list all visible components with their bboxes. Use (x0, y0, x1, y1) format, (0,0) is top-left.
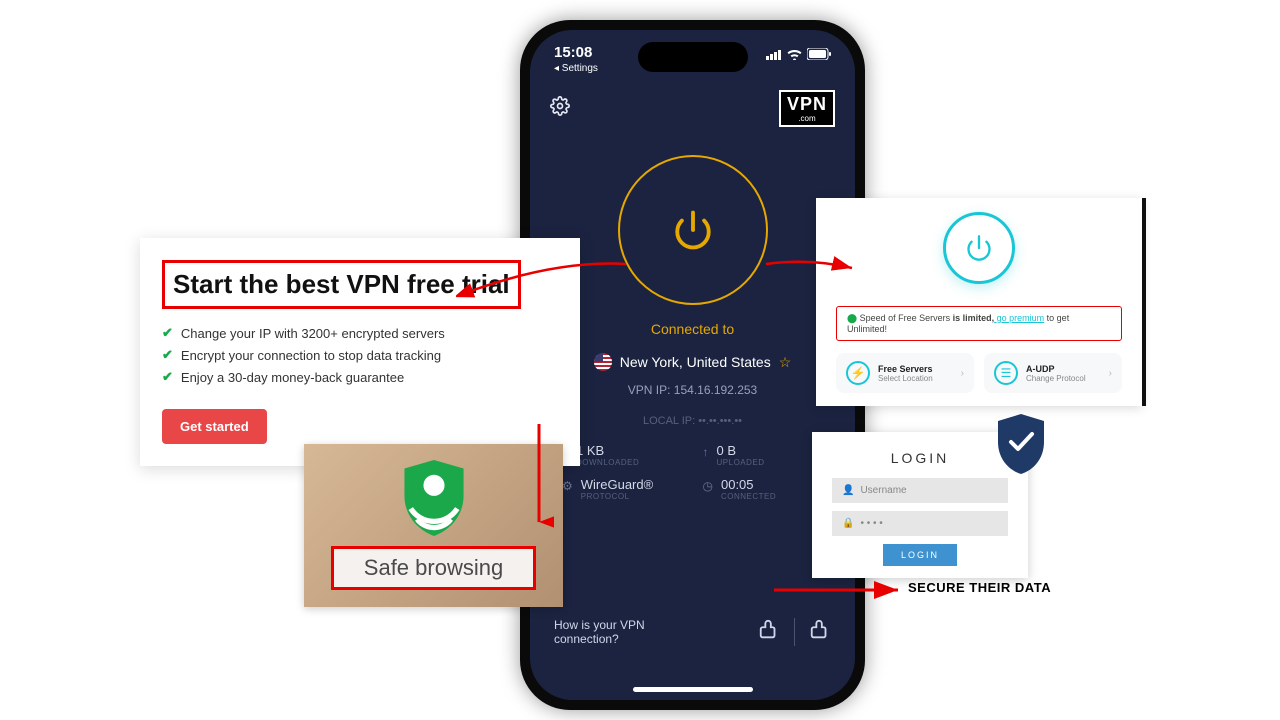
shield-check-icon (996, 414, 1046, 474)
wifi-icon (787, 49, 802, 60)
download-label: DOWNLOADED (576, 458, 639, 467)
speed-bold: is limited, (953, 313, 995, 323)
status-time: 15:08 (554, 44, 598, 61)
tile-title: Free Servers (878, 364, 933, 374)
vpn-logo-sub: .com (787, 115, 827, 123)
safe-browsing-box: Safe browsing (331, 546, 536, 590)
safe-browsing-label: Safe browsing (364, 555, 503, 580)
star-icon[interactable]: ☆ (779, 354, 792, 371)
upload-label: UPLOADED (717, 458, 765, 467)
phone-notch (638, 42, 748, 72)
password-placeholder: • • • • (860, 518, 882, 529)
stat-download: ↓ 1 KBDOWNLOADED (562, 443, 683, 467)
upload-icon: ↑ (703, 445, 709, 459)
divider (794, 618, 795, 646)
vpn-ip: VPN IP: 154.16.192.253 (550, 383, 835, 397)
login-button[interactable]: LOGIN (883, 544, 957, 566)
home-indicator (633, 687, 753, 692)
password-input[interactable]: 🔒 • • • • (832, 511, 1008, 536)
status-back-link[interactable]: ◂ Settings (554, 63, 598, 74)
check-icon: ✔ (162, 325, 173, 341)
power-button[interactable] (618, 155, 768, 305)
thumbs-up-button[interactable] (809, 619, 831, 646)
connected-label: Connected to (550, 321, 835, 337)
free-servers-tile[interactable]: ⚡ Free ServersSelect Location › (836, 353, 974, 393)
chevron-right-icon: › (961, 368, 964, 379)
shield-icon (401, 460, 467, 536)
stat-time: ◷ 00:05CONNECTED (703, 477, 824, 501)
tile-title: A-UDP (1026, 364, 1086, 374)
safe-browsing-card: Safe browsing (304, 444, 563, 607)
alt-vpn-card: ⬤ Speed of Free Servers is limited, go p… (816, 198, 1142, 406)
bolt-icon: ⚡ (846, 361, 870, 385)
feedback-question: How is your VPN connection? (554, 618, 674, 646)
chevron-right-icon: › (1109, 368, 1112, 379)
vpn-logo-text: VPN (787, 94, 827, 114)
trial-card: Start the best VPN free trial ✔ Change yo… (140, 238, 580, 466)
get-started-button[interactable]: Get started (162, 409, 267, 444)
username-input[interactable]: 👤 Username (832, 478, 1008, 503)
bullet-text: Encrypt your connection to stop data tra… (181, 348, 441, 363)
signal-icon (766, 49, 782, 60)
server-icon: ☰ (994, 361, 1018, 385)
speed-pre: Speed of Free Servers (860, 313, 953, 323)
battery-icon (807, 48, 831, 60)
bullet-text: Enjoy a 30-day money-back guarantee (181, 370, 404, 385)
flag-icon (594, 353, 612, 371)
local-ip: LOCAL IP: ••.••.•••.•• (550, 415, 835, 427)
tile-sub: Change Protocol (1026, 374, 1086, 383)
upload-value: 0 B (717, 443, 765, 458)
protocol-value: WireGuard® (581, 477, 653, 492)
bullet-text: Change your IP with 3200+ encrypted serv… (181, 326, 445, 341)
alt-power-button[interactable] (943, 212, 1015, 284)
secure-data-label: SECURE THEIR DATA (908, 580, 1051, 595)
vpn-logo: VPN .com (779, 90, 835, 127)
gear-icon[interactable] (550, 96, 570, 121)
stat-protocol: ⚙ WireGuard®PROTOCOL (562, 477, 683, 501)
time-value: 00:05 (721, 477, 776, 492)
tile-sub: Select Location (878, 374, 933, 383)
location-row[interactable]: New York, United States ☆ (550, 353, 835, 371)
list-item: ✔ Encrypt your connection to stop data tr… (162, 347, 558, 363)
check-icon: ✔ (162, 347, 173, 363)
download-value: 1 KB (576, 443, 639, 458)
list-item: ✔ Enjoy a 30-day money-back guarantee (162, 369, 558, 385)
location-text: New York, United States (620, 354, 771, 370)
username-placeholder: Username (860, 485, 906, 496)
trial-headline: Start the best VPN free trial (162, 260, 521, 309)
protocol-icon: ⚙ (562, 479, 573, 493)
time-label: CONNECTED (721, 492, 776, 501)
protocol-tile[interactable]: ☰ A-UDPChange Protocol › (984, 353, 1122, 393)
clock-icon: ◷ (703, 479, 713, 493)
protocol-label: PROTOCOL (581, 492, 653, 501)
check-icon: ✔ (162, 369, 173, 385)
bullet-list: ✔ Change your IP with 3200+ encrypted ser… (162, 325, 558, 385)
go-premium-link[interactable]: go premium (994, 313, 1044, 323)
login-card: LOGIN 👤 Username 🔒 • • • • LOGIN (812, 432, 1028, 578)
login-title: LOGIN (832, 450, 1008, 466)
status-icons (766, 44, 831, 60)
list-item: ✔ Change your IP with 3200+ encrypted ser… (162, 325, 558, 341)
thumbs-down-button[interactable] (758, 619, 780, 646)
stat-upload: ↑ 0 BUPLOADED (703, 443, 824, 467)
speed-notice: ⬤ Speed of Free Servers is limited, go p… (836, 306, 1122, 341)
user-icon: 👤 (842, 485, 854, 496)
lock-icon: 🔒 (842, 518, 854, 529)
